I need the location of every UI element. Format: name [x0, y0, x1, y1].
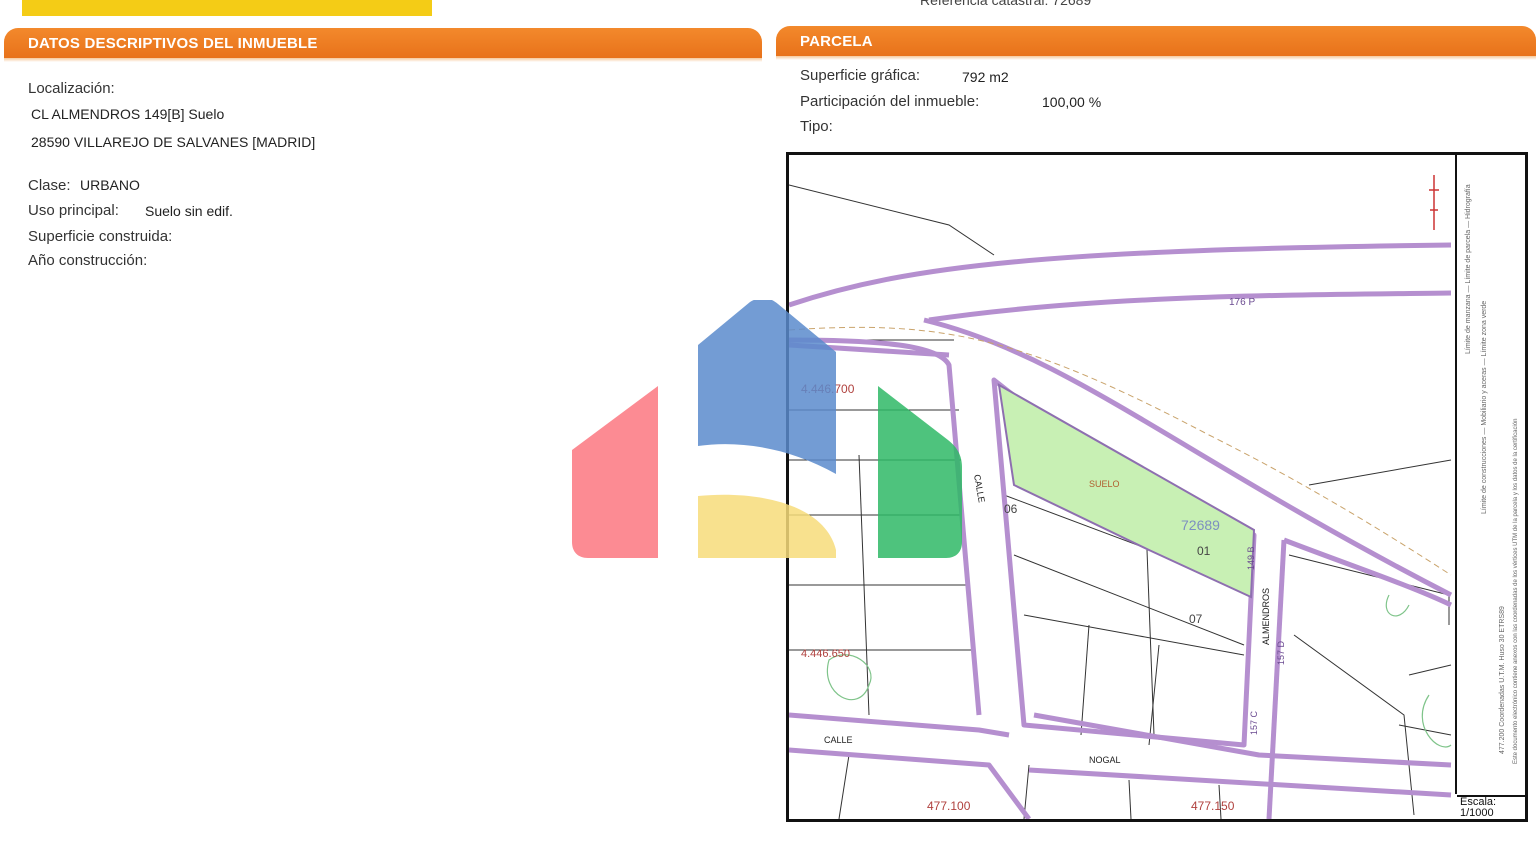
- highlighted-parcel: [997, 383, 1256, 599]
- anio-construccion-label: Año construcción:: [28, 252, 148, 269]
- coord-y-4446650: 4.446.650: [801, 648, 850, 660]
- number-157c: 157 C: [1249, 710, 1259, 735]
- coord-x-477150: 477.150: [1191, 799, 1235, 813]
- parcel-reference-label: 72689: [1181, 517, 1220, 533]
- almendros-label: ALMENDROS: [1261, 588, 1271, 645]
- referencia-catastral-cut: Referencia catastral: 72689: [920, 0, 1092, 8]
- number-157d: 157 D: [1276, 640, 1286, 665]
- participacion-value: 100,00 %: [1042, 94, 1102, 110]
- clase-value: URBANO: [80, 177, 140, 193]
- parcel-06-label: 06: [1004, 502, 1018, 516]
- escala-value: 1/1000: [1460, 807, 1494, 819]
- legend-line-3: 477.200 Coordenadas U.T.M. Huso 30 ETRS8…: [1499, 606, 1506, 754]
- address-line-1: CL ALMENDROS 149[B] Suelo: [31, 106, 225, 122]
- localizacion-label: Localización:: [28, 80, 115, 97]
- participacion-label: Participación del inmueble:: [800, 93, 980, 110]
- parcela-header: PARCELA: [776, 26, 1536, 60]
- top-yellow-bar: [22, 0, 432, 16]
- legend-line-2: Límite de construcciones — Mobiliario y …: [1481, 300, 1488, 514]
- superficie-grafica-value: 792 m2: [962, 69, 1009, 85]
- north-arrow-icon: [1429, 175, 1439, 230]
- street-label-176p: 176 P: [1229, 297, 1255, 308]
- parcel-07-label: 07: [1189, 612, 1203, 626]
- datos-descriptivos-header: DATOS DESCRIPTIVOS DEL INMUEBLE: [4, 28, 762, 62]
- legend-line-4: Este documento electrónico contiene anex…: [1513, 418, 1519, 764]
- calle-label-vertical: CALLE: [972, 474, 987, 504]
- uso-principal-label: Uso principal:: [28, 202, 119, 219]
- parcel-01-label: 01: [1197, 544, 1211, 558]
- house-logo-watermark: [572, 300, 962, 558]
- map-legend: Límite de manzana — Límite de parcela — …: [1455, 154, 1529, 794]
- clase-label: Clase:: [28, 177, 71, 194]
- nogal-label: NOGAL: [1089, 755, 1121, 765]
- escala-box: Escala: 1/1000: [1457, 795, 1527, 820]
- superficie-construida-label: Superficie construida:: [28, 228, 173, 245]
- tipo-label: Tipo:: [800, 118, 833, 135]
- coord-x-477100: 477.100: [927, 799, 971, 813]
- superficie-grafica-label: Superficie gráfica:: [800, 67, 921, 84]
- number-149b: 149 B: [1246, 546, 1256, 570]
- uso-principal-value: Suelo sin edif.: [145, 203, 233, 219]
- calle-label-bottom: CALLE: [824, 735, 853, 745]
- suelo-label: SUELO: [1089, 479, 1120, 489]
- legend-line-1: Límite de manzana — Límite de parcela — …: [1465, 184, 1472, 354]
- address-line-2: 28590 VILLAREJO DE SALVANES [MADRID]: [31, 134, 316, 150]
